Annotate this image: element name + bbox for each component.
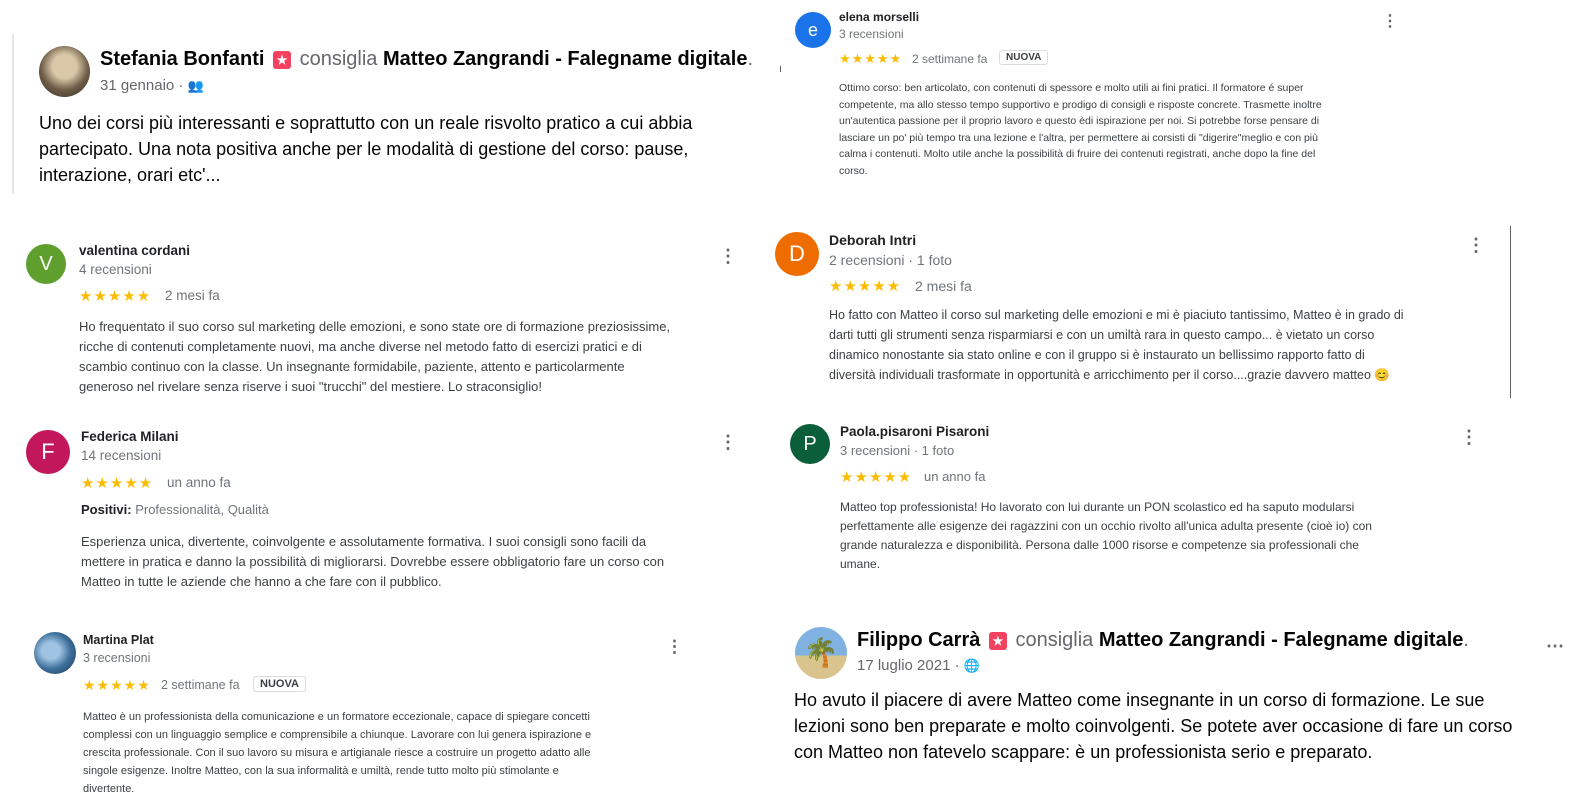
more-options-icon[interactable]: ⋮ — [719, 433, 737, 451]
fb-post-stefania: Stefania Bonfanti ★ consiglia Matteo Zan… — [0, 30, 760, 200]
review-text: Matteo è un professionista della comunic… — [83, 711, 592, 795]
review-federica: F Federica Milani 14 recensioni ⋮ ★★★★★ … — [0, 418, 760, 598]
friends-icon: 👥 — [187, 78, 204, 93]
post-header: Stefania Bonfanti ★ consiglia Matteo Zan… — [100, 48, 753, 71]
review-date: un anno fa — [924, 469, 986, 484]
avatar[interactable] — [34, 632, 76, 674]
reviewer-meta[interactable]: 14 recensioni — [81, 448, 161, 463]
review-date: 2 mesi fa — [165, 288, 220, 303]
reviewer-meta[interactable]: 2 recensioni · 1 foto — [829, 252, 952, 268]
avatar[interactable]: F — [26, 430, 70, 474]
review-date: un anno fa — [167, 475, 231, 490]
review-text: Esperienza unica, divertente, coinvolgen… — [81, 534, 665, 589]
reviewer-name[interactable]: Martina Plat — [83, 633, 154, 647]
review-date: 2 mesi fa — [915, 278, 972, 294]
date-text: 31 gennaio · — [100, 77, 184, 94]
review-paola: P Paola.pisaroni Pisaroni 3 recensioni ·… — [778, 412, 1498, 582]
reviewer-name[interactable]: valentina cordani — [79, 243, 190, 258]
author-name[interactable]: Stefania Bonfanti — [100, 48, 264, 70]
star-rating: ★★★★★ — [79, 288, 152, 305]
left-divider — [12, 34, 14, 194]
star-rating: ★★★★★ — [83, 677, 151, 693]
edge-mark — [780, 66, 781, 72]
avatar[interactable]: e — [795, 12, 831, 48]
review-valentina: V valentina cordani 4 recensioni ⋮ ★★★★★… — [0, 230, 760, 405]
positives-label: Positivi: — [81, 502, 132, 517]
review-deborah: D Deborah Intri 2 recensioni · 1 foto ⋮ … — [770, 222, 1587, 400]
post-header: Filippo Carrà ★ consiglia Matteo Zangran… — [857, 629, 1469, 652]
review-text: Ottimo corso: ben articolato, con conten… — [839, 82, 1322, 177]
star-rating: ★★★★★ — [829, 278, 902, 295]
recommends-verb: consiglia — [299, 48, 378, 70]
reviewer-meta[interactable]: 3 recensioni · 1 foto — [840, 443, 954, 458]
review-elena: e elena morselli 3 recensioni ⋮ ★★★★★ 2 … — [778, 0, 1418, 190]
more-options-icon[interactable]: ⋯ — [1546, 637, 1564, 655]
post-text: Uno dei corsi più interessanti e sopratt… — [39, 113, 693, 185]
reviewer-meta[interactable]: 3 recensioni — [83, 651, 150, 665]
review-text: Ho fatto con Matteo il corso sul marketi… — [829, 308, 1404, 382]
post-text: Ho avuto il piacere di avere Matteo come… — [794, 690, 1513, 762]
more-options-icon[interactable]: ⋮ — [1382, 14, 1398, 30]
new-badge: NUOVA — [253, 676, 306, 692]
positives-row: Positivi: Professionalità, Qualità — [81, 502, 269, 517]
post-date[interactable]: 17 luglio 2021 · 🌐 — [857, 657, 980, 674]
avatar[interactable] — [39, 46, 90, 97]
author-name[interactable]: Filippo Carrà — [857, 629, 980, 651]
review-text: Ho frequentato il suo corso sul marketin… — [79, 319, 671, 394]
new-badge: NUOVA — [999, 50, 1049, 65]
more-options-icon[interactable]: ⋮ — [1467, 236, 1485, 254]
positives-value: Professionalità, Qualità — [135, 502, 269, 517]
tree-icon: 🌴 — [803, 637, 839, 668]
recommends-verb: consiglia — [1015, 629, 1094, 651]
avatar[interactable]: V — [26, 244, 66, 284]
star-rating: ★★★★★ — [840, 469, 913, 486]
more-options-icon[interactable]: ⋮ — [1460, 428, 1478, 446]
right-divider — [1510, 226, 1511, 398]
date-text: 17 luglio 2021 · — [857, 657, 960, 674]
review-date: 2 settimane fa — [912, 52, 988, 66]
page-link[interactable]: Matteo Zangrandi - Falegname digitale — [1099, 629, 1464, 651]
more-options-icon[interactable]: ⋮ — [719, 247, 737, 265]
avatar[interactable]: D — [775, 232, 819, 276]
post-date[interactable]: 31 gennaio · 👥 — [100, 77, 204, 94]
review-text: Matteo top professionista! Ho lavorato c… — [840, 500, 1372, 571]
globe-icon: 🌐 — [963, 658, 980, 673]
recommend-badge-icon: ★ — [988, 631, 1007, 650]
page-end: . — [1463, 629, 1469, 651]
star-rating: ★★★★★ — [839, 51, 903, 66]
reviewer-name[interactable]: elena morselli — [839, 10, 919, 24]
reviewer-name[interactable]: Deborah Intri — [829, 232, 916, 248]
fb-post-filippo: 🌴 Filippo Carrà ★ consiglia Matteo Zangr… — [780, 615, 1587, 804]
review-date: 2 settimane fa — [161, 678, 240, 692]
avatar[interactable]: P — [790, 424, 830, 464]
star-rating: ★★★★★ — [81, 475, 154, 492]
more-options-icon[interactable]: ⋮ — [666, 638, 683, 655]
avatar[interactable]: 🌴 — [795, 627, 847, 679]
review-martina: Martina Plat 3 recensioni ⋮ ★★★★★ 2 sett… — [0, 620, 760, 804]
reviewer-name[interactable]: Federica Milani — [81, 429, 179, 444]
page-link[interactable]: Matteo Zangrandi - Falegname digitale — [383, 48, 748, 70]
reviewer-meta[interactable]: 3 recensioni — [839, 27, 904, 41]
recommend-badge-icon: ★ — [273, 50, 292, 69]
reviewer-name[interactable]: Paola.pisaroni Pisaroni — [840, 424, 989, 439]
reviewer-meta[interactable]: 4 recensioni — [79, 262, 152, 277]
page-end: . — [747, 48, 754, 70]
